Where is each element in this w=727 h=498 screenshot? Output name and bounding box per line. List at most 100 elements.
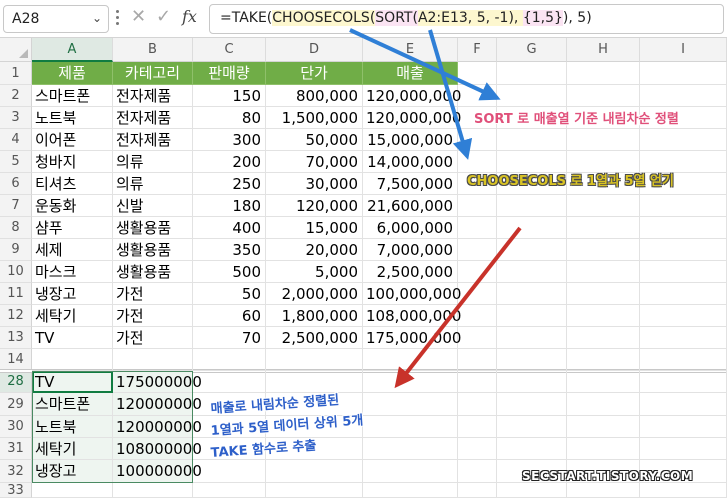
cell[interactable] <box>193 349 266 371</box>
table-header-cell[interactable]: 제품 <box>32 62 113 85</box>
cell[interactable] <box>567 85 640 107</box>
table-cell[interactable]: 70 <box>193 327 266 349</box>
cell[interactable] <box>640 416 727 438</box>
cell[interactable] <box>458 85 497 107</box>
table-cell[interactable]: 800,000 <box>266 85 363 107</box>
cell[interactable] <box>497 283 567 305</box>
table-cell[interactable]: 100,000,000 <box>363 283 461 305</box>
cell[interactable] <box>497 305 567 327</box>
cell[interactable] <box>113 483 193 498</box>
table-cell[interactable]: 냉장고 <box>32 283 113 305</box>
cell[interactable] <box>266 460 363 483</box>
cell[interactable] <box>458 261 497 283</box>
table-cell[interactable]: 80 <box>193 107 266 129</box>
table-cell[interactable]: 175,000,000 <box>363 327 461 349</box>
table-cell[interactable]: 의류 <box>113 151 193 173</box>
cell[interactable] <box>458 327 497 349</box>
cell[interactable] <box>497 62 567 85</box>
cell[interactable] <box>363 393 458 416</box>
cell[interactable] <box>567 371 640 393</box>
row-header-10[interactable]: 10 <box>0 261 32 283</box>
cell[interactable] <box>567 62 640 85</box>
insert-function-icon[interactable]: fx <box>182 7 197 26</box>
row-header-11[interactable]: 11 <box>0 283 32 305</box>
row-header-30[interactable]: 30 <box>0 416 32 438</box>
cell[interactable] <box>363 416 458 438</box>
table-cell[interactable]: 세제 <box>32 239 113 261</box>
cell[interactable] <box>640 195 727 217</box>
cell[interactable] <box>458 283 497 305</box>
table-cell[interactable]: 2,500,000 <box>266 327 363 349</box>
cell[interactable] <box>567 195 640 217</box>
row-header-28[interactable]: 28 <box>0 371 32 393</box>
table-cell[interactable]: 생활용품 <box>113 261 193 283</box>
result-cell[interactable]: 120000000 <box>113 416 202 438</box>
table-cell[interactable]: 1,800,000 <box>266 305 363 327</box>
table-cell[interactable]: 120,000,000 <box>363 107 461 129</box>
table-cell[interactable]: 6,000,000 <box>363 217 458 239</box>
cell[interactable] <box>567 349 640 371</box>
column-header-I[interactable]: I <box>640 38 727 62</box>
cell[interactable] <box>497 217 567 239</box>
table-cell[interactable]: 티셔츠 <box>32 173 113 195</box>
table-cell[interactable]: 2,500,000 <box>363 261 458 283</box>
cell[interactable] <box>640 239 727 261</box>
cell[interactable] <box>193 371 266 393</box>
table-cell[interactable]: 50,000 <box>266 129 363 151</box>
cell[interactable] <box>497 85 567 107</box>
cell[interactable] <box>363 349 458 371</box>
table-cell[interactable]: 108,000,000 <box>363 305 461 327</box>
drag-handle-icon[interactable] <box>116 10 119 26</box>
table-cell[interactable]: TV <box>32 327 113 349</box>
table-cell[interactable]: 7,000,000 <box>363 239 458 261</box>
cell[interactable] <box>640 283 727 305</box>
cell[interactable] <box>640 305 727 327</box>
cell[interactable] <box>458 393 497 416</box>
row-header-32[interactable]: 32 <box>0 460 32 483</box>
table-cell[interactable]: 스마트폰 <box>32 85 113 107</box>
table-cell[interactable]: 전자제품 <box>113 129 193 151</box>
table-cell[interactable]: 세탁기 <box>32 305 113 327</box>
cell[interactable] <box>640 261 727 283</box>
cell[interactable] <box>497 129 567 151</box>
formula-input[interactable]: =TAKE(CHOOSECOLS(SORT(A2:E13, 5, -1), {1… <box>209 4 724 34</box>
row-header-8[interactable]: 8 <box>0 217 32 239</box>
cell[interactable] <box>458 239 497 261</box>
cell[interactable] <box>363 483 458 498</box>
cell[interactable] <box>497 349 567 371</box>
cell[interactable] <box>640 217 727 239</box>
row-header-13[interactable]: 13 <box>0 327 32 349</box>
table-cell[interactable]: 청바지 <box>32 151 113 173</box>
cell[interactable] <box>363 460 458 483</box>
table-cell[interactable]: 120,000 <box>266 195 363 217</box>
cell[interactable] <box>458 438 497 460</box>
table-cell[interactable]: 생활용품 <box>113 217 193 239</box>
table-cell[interactable]: 14,000,000 <box>363 151 458 173</box>
cell[interactable] <box>567 416 640 438</box>
name-box[interactable]: A28 ⌄ <box>3 5 109 33</box>
cell[interactable] <box>567 393 640 416</box>
cell[interactable] <box>567 239 640 261</box>
cell[interactable] <box>640 371 727 393</box>
result-cell[interactable]: 세탁기 <box>32 438 113 460</box>
cell[interactable] <box>640 349 727 371</box>
cancel-icon[interactable]: ✕ <box>131 6 146 27</box>
cell[interactable] <box>266 349 363 371</box>
table-cell[interactable]: 21,600,000 <box>363 195 458 217</box>
column-header-D[interactable]: D <box>266 38 363 62</box>
select-all-corner[interactable] <box>0 38 32 62</box>
table-cell[interactable]: 신발 <box>113 195 193 217</box>
cell[interactable] <box>567 327 640 349</box>
table-cell[interactable]: 50 <box>193 283 266 305</box>
column-header-A[interactable]: A <box>32 38 113 62</box>
row-header-9[interactable]: 9 <box>0 239 32 261</box>
cell[interactable] <box>497 416 567 438</box>
table-header-cell[interactable]: 단가 <box>266 62 363 85</box>
cell[interactable] <box>497 239 567 261</box>
table-cell[interactable]: 2,000,000 <box>266 283 363 305</box>
cell[interactable] <box>363 438 458 460</box>
cell[interactable] <box>458 416 497 438</box>
result-cell[interactable]: 냉장고 <box>32 460 113 483</box>
cell[interactable] <box>458 371 497 393</box>
row-header-7[interactable]: 7 <box>0 195 32 217</box>
